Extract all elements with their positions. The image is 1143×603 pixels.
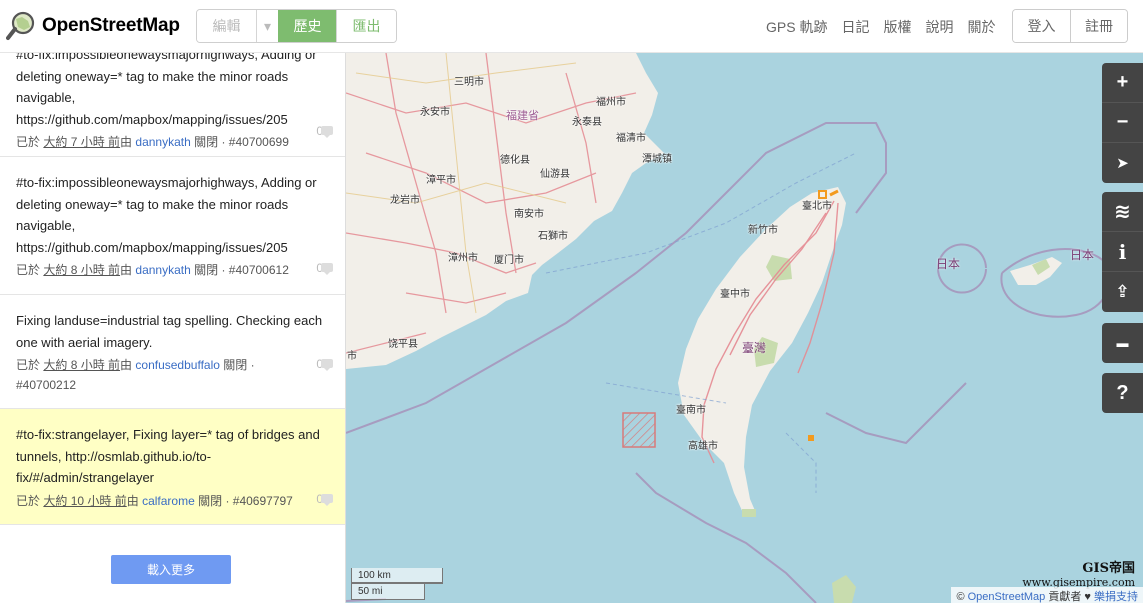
map-label: 福清市 — [616, 133, 646, 144]
changeset-meta: 已於 大約 10 小時 前由 calfarome 關閉 · #40697797 — [16, 493, 293, 508]
locate-icon[interactable]: ➤ — [1102, 143, 1143, 183]
map-label: 臺南市 — [676, 405, 706, 416]
nav-about[interactable]: 關於 — [967, 17, 995, 37]
map-label: 潭城镇 — [642, 154, 672, 165]
auth-buttons: 登入 註冊 — [1012, 9, 1128, 43]
layer-controls: ≋ i ⇪ — [1102, 192, 1143, 312]
map-label: 市 — [347, 351, 357, 362]
changeset-comment[interactable]: #to-fix:impossibleonewaysmajorhighways, … — [16, 53, 329, 130]
info-icon[interactable]: i — [1102, 232, 1143, 272]
history-button[interactable]: 歷史 — [279, 10, 337, 42]
changeset-status[interactable]: 關閉 · #40700699 — [194, 135, 289, 149]
changeset-status[interactable]: 關閉 · #40700612 — [194, 263, 289, 277]
changeset-item[interactable]: Fixing landuse=industrial tag spelling. … — [0, 295, 345, 409]
map-tiles[interactable] — [346, 53, 1143, 603]
history-sidebar: #to-fix:impossibleonewaysmajorhighways, … — [0, 53, 346, 603]
changeset-time: 大約 7 小時 前 — [43, 135, 121, 149]
changeset-item[interactable]: #to-fix:impossibleonewaysmajorhighways, … — [0, 53, 345, 157]
layers-icon[interactable]: ≋ — [1102, 192, 1143, 232]
changeset-user-link[interactable]: calfarome — [142, 494, 195, 508]
changeset-comment[interactable]: #to-fix:impossibleonewaysmajorhighways, … — [16, 172, 329, 258]
add-note-icon[interactable]: ▬ — [1102, 323, 1143, 363]
zoom-controls: + − ➤ — [1102, 63, 1143, 183]
scale-mi: 50 mi — [351, 584, 425, 600]
map-label: 漳平市 — [426, 175, 456, 186]
app-name: OpenStreetMap — [42, 15, 180, 36]
map-label: 龙岩市 — [390, 195, 420, 206]
map-canvas[interactable]: 三明市 福建省 福州市 永安市 永泰县 福清市 德化县 潭城镇 漳平市 仙游县 … — [346, 53, 1143, 603]
comment-bubble-icon — [321, 359, 333, 371]
watermark: GIS帝国 www.gisempire.com — [1022, 561, 1135, 589]
map-label: 饶平县 — [388, 339, 418, 350]
map-scale: 100 km 50 mi — [351, 568, 443, 600]
share-icon[interactable]: ⇪ — [1102, 272, 1143, 312]
changeset-user-link[interactable]: confusedbuffalo — [135, 358, 220, 372]
map-label: 日本 — [1070, 248, 1095, 262]
zoom-out-icon[interactable]: − — [1102, 103, 1143, 143]
signup-button[interactable]: 註冊 — [1071, 10, 1127, 42]
map-label: 日本 — [936, 257, 961, 271]
map-label: 福州市 — [596, 97, 626, 108]
comment-bubble-icon — [321, 126, 333, 138]
map-label: 新竹市 — [748, 225, 778, 236]
map-label: 高雄市 — [688, 441, 718, 452]
help-icon[interactable]: ? — [1102, 373, 1143, 413]
changeset-time: 大約 8 小時 前 — [43, 263, 121, 277]
changeset-status[interactable]: 關閉 · #40697797 — [198, 494, 293, 508]
help-control: ? — [1102, 373, 1143, 413]
login-button[interactable]: 登入 — [1013, 10, 1071, 42]
osm-logo-link[interactable]: OpenStreetMap — [6, 10, 180, 42]
donate-link[interactable]: 樂捐支持 — [1094, 591, 1138, 603]
comment-bubble-icon — [321, 263, 333, 275]
top-navbar: OpenStreetMap 編輯 ▾ 歷史 匯出 GPS 軌跡 日記 版權 說明… — [0, 0, 1143, 53]
map-label: 南安市 — [514, 209, 544, 220]
map-label: 三明市 — [454, 77, 484, 88]
edit-history-export-group: 編輯 ▾ 歷史 匯出 — [196, 9, 397, 43]
map-label: 厦门市 — [494, 255, 524, 266]
edit-button[interactable]: 編輯 — [197, 10, 257, 42]
map-label: 臺中市 — [720, 289, 750, 300]
changeset-meta: 已於 大約 8 小時 前由 dannykath 關閉 · #40700612 — [16, 263, 289, 277]
export-button[interactable]: 匯出 — [337, 10, 396, 42]
zoom-in-icon[interactable]: + — [1102, 63, 1143, 103]
load-more-button[interactable]: 載入更多 — [111, 555, 231, 584]
changeset-time: 大約 10 小時 前 — [43, 493, 127, 508]
map-label: 石獅市 — [538, 231, 568, 242]
changeset-bbox — [622, 412, 656, 448]
nav-help[interactable]: 說明 — [925, 17, 953, 37]
map-label: 永泰县 — [572, 117, 602, 128]
map-label: 永安市 — [420, 107, 450, 118]
attribution-link[interactable]: OpenStreetMap — [968, 591, 1046, 603]
changeset-comment[interactable]: #to-fix:strangelayer, Fixing layer=* tag… — [16, 424, 329, 489]
map-label: 臺灣 — [742, 341, 767, 355]
map-label: 福建省 — [506, 110, 539, 122]
secondary-nav: GPS 軌跡 日記 版權 說明 關於 — [766, 17, 1009, 37]
changeset-user-link[interactable]: dannykath — [135, 135, 190, 149]
changeset-time: 大約 8 小時 前 — [43, 358, 121, 372]
map-label: 漳州市 — [448, 253, 478, 264]
changeset-meta: 已於 大約 8 小時 前由 confusedbuffalo 關閉 · #4070… — [16, 358, 255, 392]
scale-km: 100 km — [351, 568, 443, 584]
comment-bubble-icon — [321, 494, 333, 506]
changeset-item-selected[interactable]: #to-fix:strangelayer, Fixing layer=* tag… — [0, 409, 345, 525]
map-label: 臺北市 — [802, 201, 832, 212]
changeset-user-link[interactable]: dannykath — [135, 263, 190, 277]
nav-copyright[interactable]: 版權 — [883, 17, 911, 37]
changeset-comment[interactable]: Fixing landuse=industrial tag spelling. … — [16, 310, 329, 353]
nav-diaries[interactable]: 日記 — [841, 17, 869, 37]
note-control: ▬ — [1102, 323, 1143, 363]
map-label: 德化县 — [500, 155, 530, 166]
nav-gps-traces[interactable]: GPS 軌跡 — [766, 17, 827, 37]
changeset-meta: 已於 大約 7 小時 前由 dannykath 關閉 · #40700699 — [16, 135, 289, 149]
map-label: 仙游县 — [540, 169, 570, 180]
map-attribution: © OpenStreetMap 貢獻者 ♥ 樂捐支持 — [951, 587, 1143, 603]
magnifier-map-logo-icon — [6, 11, 35, 40]
changeset-item[interactable]: #to-fix:impossibleonewaysmajorhighways, … — [0, 157, 345, 295]
edit-dropdown-caret-icon[interactable]: ▾ — [257, 10, 279, 42]
